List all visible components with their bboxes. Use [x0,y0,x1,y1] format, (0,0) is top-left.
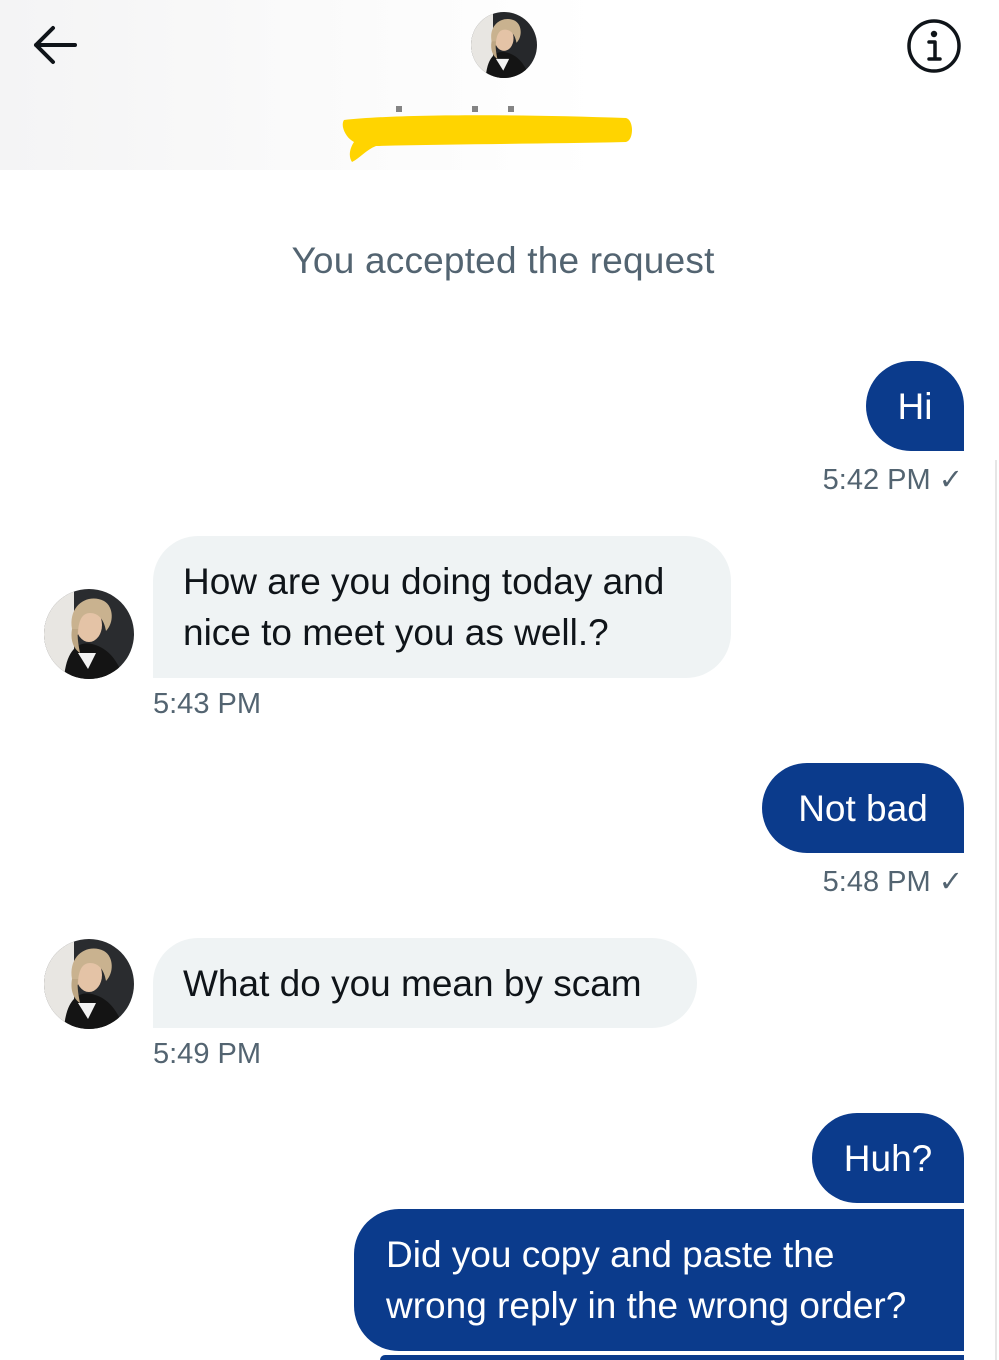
message-bubble-sent[interactable]: Huh? [812,1113,964,1203]
message-bubble-sent[interactable]: Not bad [762,763,964,853]
request-accepted-notice: You accepted the request [291,240,715,281]
message-bubble-received[interactable]: How are you doing today and nice to meet… [153,536,731,678]
message-bubble-sent[interactable]: Hi [866,361,964,451]
message-text: What do you mean by scam [183,962,642,1004]
message-text: Hi [897,385,933,427]
message-timestamp: 5:48 PM ✓ [822,866,963,898]
message-bubble-received[interactable]: What do you mean by scam [153,938,697,1028]
message-text-line: wrong reply in the wrong order? [386,1285,907,1326]
back-button[interactable] [26,20,82,70]
message-timestamp: 5:43 PM [153,688,261,720]
info-button[interactable] [904,16,964,76]
message-text-line: Did you copy and paste the [386,1234,835,1275]
message-bubble-sent[interactable]: Did you copy and paste the wrong reply i… [354,1209,964,1351]
info-icon [907,19,961,73]
arrow-left-icon [34,26,77,64]
message-text-line: nice to meet you as well.? [183,612,609,653]
message-timestamp: 5:49 PM [153,1038,261,1070]
message-text-line: How are you doing today and [183,561,665,602]
screen-edge-divider [995,460,997,1360]
message-text: Huh? [843,1137,933,1179]
next-bubble-edge [380,1355,964,1360]
message-timestamp: 5:42 PM ✓ [822,464,963,496]
contact-avatar[interactable] [471,12,537,78]
conversation-header [0,0,999,170]
sender-avatar[interactable] [44,589,134,679]
message-text: Not bad [798,787,928,829]
sender-avatar[interactable] [44,939,134,1029]
redacted-name-marker [342,106,632,162]
